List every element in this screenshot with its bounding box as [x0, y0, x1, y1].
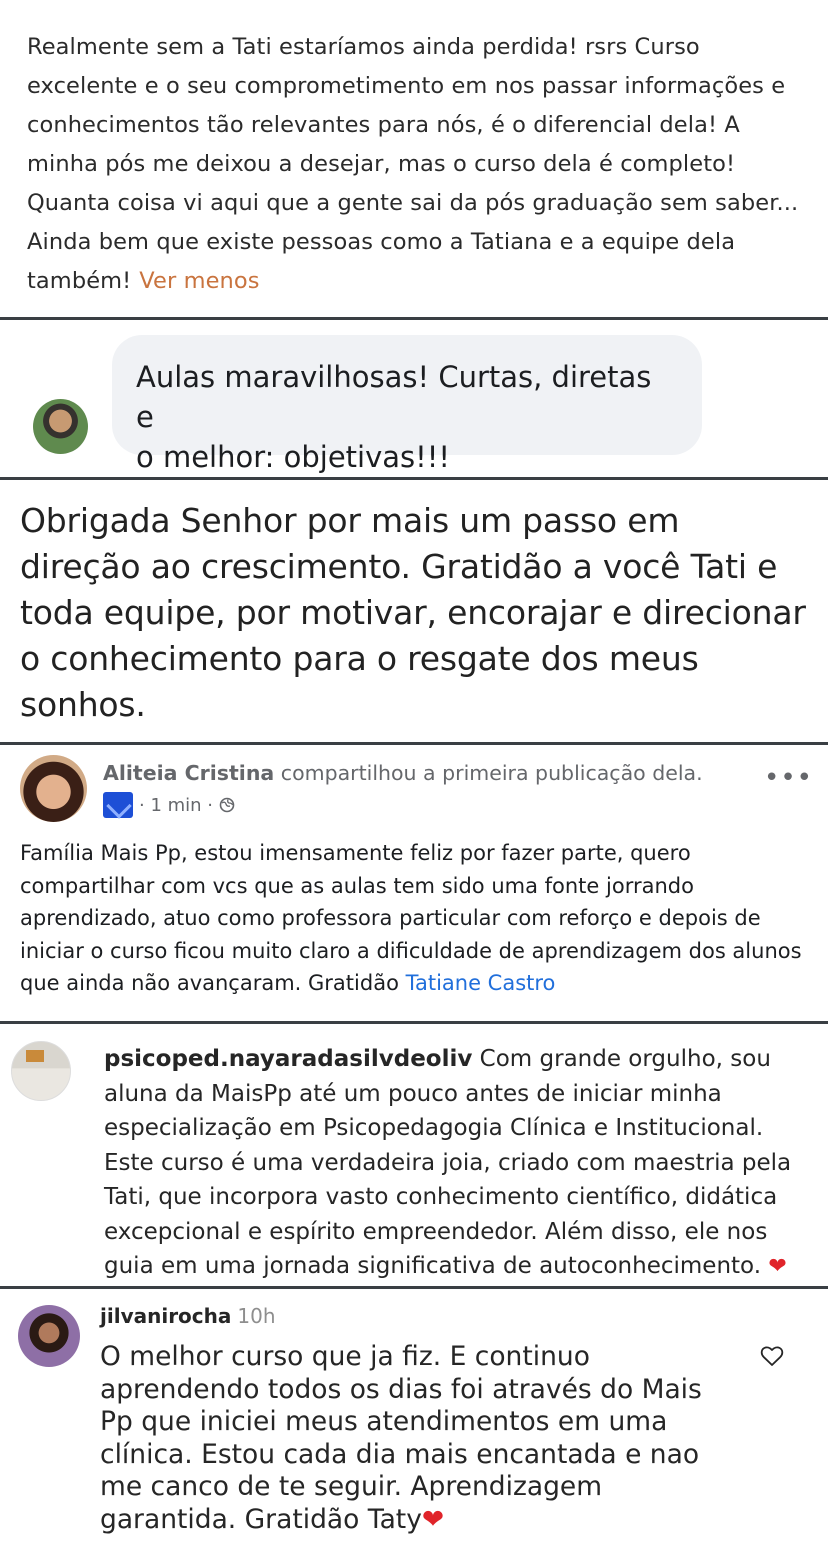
comment-line-1: Aulas maravilhosas! Curtas, diretas e	[136, 360, 652, 434]
review-card-1: Realmente sem a Tati estaríamos ainda pe…	[0, 0, 828, 317]
comment-body: psicoped.nayaradasilvdeoliv Com grande o…	[104, 1046, 792, 1279]
author-name[interactable]: Aliteia Cristina	[103, 761, 274, 785]
mention-link[interactable]: Tatiane Castro	[406, 971, 556, 995]
heart-emoji-icon: ❤	[421, 1503, 445, 1535]
comment-header: jilvanirocha 10h	[100, 1304, 276, 1328]
review-card-4: Aliteia Cristina compartilhou a primeira…	[0, 745, 828, 1021]
like-heart-icon[interactable]	[760, 1345, 784, 1367]
comment-bubble: Aulas maravilhosas! Curtas, diretas e o …	[112, 335, 702, 474]
username[interactable]: jilvanirocha	[100, 1304, 231, 1328]
group-badge-icon	[103, 792, 133, 818]
see-less-link[interactable]: Ver menos	[139, 268, 259, 294]
avatar[interactable]	[33, 399, 88, 454]
review-card-3: Obrigada Senhor por mais um passo em dir…	[0, 480, 828, 742]
review-text: Realmente sem a Tati estaríamos ainda pe…	[27, 28, 806, 301]
review-card-5: psicoped.nayaradasilvdeoliv Com grande o…	[0, 1024, 828, 1286]
heart-emoji-icon: ❤	[768, 1254, 787, 1279]
review-card-2: Aulas maravilhosas! Curtas, diretas e o …	[0, 320, 828, 477]
post-action: compartilhou a primeira publicação dela.	[280, 761, 703, 785]
comment-time: 10h	[237, 1304, 276, 1328]
globe-icon	[219, 797, 235, 813]
comment-body: Realmente sem a Tati estaríamos ainda pe…	[27, 34, 799, 294]
comment-line-2: o melhor: objetivas!!!	[136, 440, 451, 474]
avatar[interactable]	[18, 1305, 80, 1367]
comment-body: Obrigada Senhor por mais um passo em dir…	[20, 501, 806, 724]
post-header: Aliteia Cristina compartilhou a primeira…	[103, 761, 703, 785]
comment-body: O melhor curso que ja fiz. E continuo ap…	[100, 1341, 702, 1535]
post-body: Família Mais Pp, estou imensamente feliz…	[20, 841, 802, 995]
review-card-6: jilvanirocha 10h O melhor curso que ja fi…	[0, 1289, 828, 1559]
username[interactable]: psicoped.nayaradasilvdeoliv	[104, 1046, 472, 1072]
avatar[interactable]	[20, 755, 87, 822]
avatar[interactable]	[11, 1041, 71, 1101]
more-options-icon[interactable]: •••	[764, 763, 813, 793]
post-time[interactable]: · 1 min ·	[139, 795, 213, 816]
post-meta: · 1 min ·	[103, 792, 235, 818]
